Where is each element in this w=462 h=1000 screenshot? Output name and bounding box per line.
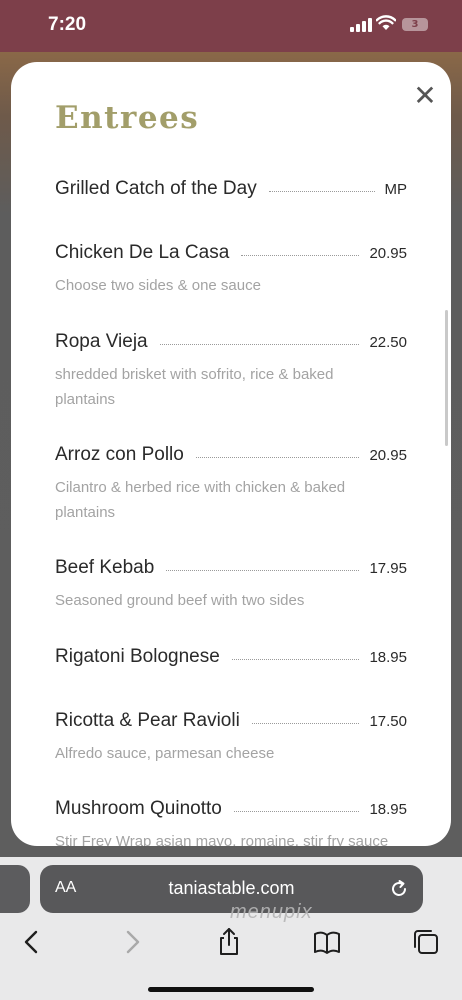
menu-item[interactable]: Beef Kebab 17.95 Seasoned ground beef wi…	[55, 553, 407, 613]
menu-item-price: 20.95	[369, 447, 407, 464]
url-text[interactable]: taniastable.com	[40, 878, 423, 899]
menu-item-description: Cilantro & herbed rice with chicken & ba…	[55, 479, 346, 521]
dotted-leader	[233, 811, 360, 812]
battery-icon: 3	[402, 18, 428, 31]
menu-item-name: Ropa Vieja	[55, 331, 148, 352]
tabs-icon[interactable]	[411, 927, 441, 957]
menu-item[interactable]: Mushroom Quinotto 18.95 Stir Frey Wrap a…	[55, 794, 407, 846]
home-indicator	[148, 987, 314, 992]
menu-item-description: Seasoned ground beef with two sides	[55, 592, 305, 609]
menu-item-name: Arroz con Pollo	[55, 444, 184, 465]
menu-item-price: MP	[384, 181, 408, 198]
menu-item-price: 17.95	[369, 560, 407, 577]
dotted-leader	[268, 191, 375, 192]
cellular-signal-icon	[350, 18, 372, 32]
dotted-leader	[166, 570, 360, 571]
bookmarks-icon[interactable]	[312, 927, 342, 957]
dotted-leader	[231, 659, 360, 660]
status-time: 7:20	[48, 14, 87, 35]
menu-section-title: Entrees	[55, 100, 200, 136]
close-icon[interactable]: ✕	[405, 70, 445, 120]
menu-item-description: Choose two sides & one sauce	[55, 277, 261, 294]
menu-item[interactable]: Chicken De La Casa 20.95 Choose two side…	[55, 238, 407, 298]
menu-item-name: Beef Kebab	[55, 557, 155, 578]
dotted-leader	[251, 723, 360, 724]
menu-item[interactable]: Rigatoni Bolognese 18.95	[55, 642, 407, 668]
menu-item-price: 18.95	[369, 649, 407, 666]
menu-item[interactable]: Ropa Vieja 22.50 shredded brisket with s…	[55, 327, 407, 412]
menu-item-description: Stir Frey Wrap asian mayo, romaine, stir…	[55, 833, 389, 846]
menu-item-name: Grilled Catch of the Day	[55, 178, 257, 199]
menu-item-name: Chicken De La Casa	[55, 242, 230, 263]
status-bar: 7:20 3	[0, 0, 462, 52]
menu-item-price: 17.50	[369, 713, 407, 730]
back-icon[interactable]	[17, 927, 47, 957]
dotted-leader	[241, 255, 360, 256]
browser-toolbar: AA taniastable.com menupix	[0, 857, 462, 1000]
previous-tab-preview[interactable]	[0, 865, 30, 913]
watermark: menupix	[230, 901, 313, 923]
menu-item-price: 20.95	[369, 245, 407, 262]
menu-item[interactable]: Grilled Catch of the Day MP	[55, 174, 407, 200]
dotted-leader	[159, 344, 360, 345]
menu-item[interactable]: Arroz con Pollo 20.95 Cilantro & herbed …	[55, 440, 407, 525]
menu-item-price: 22.50	[369, 334, 407, 351]
menu-item-name: Rigatoni Bolognese	[55, 646, 220, 667]
wifi-icon	[376, 15, 396, 30]
menu-item-description: shredded brisket with sofrito, rice & ba…	[55, 366, 334, 408]
forward-icon[interactable]	[117, 927, 147, 957]
menu-item-name: Ricotta & Pear Ravioli	[55, 710, 240, 731]
menu-item-price: 18.95	[369, 801, 407, 818]
menu-item-description: Alfredo sauce, parmesan cheese	[55, 745, 275, 762]
share-icon[interactable]	[214, 927, 244, 957]
scroll-indicator[interactable]	[445, 310, 448, 446]
menu-item-name: Mushroom Quinotto	[55, 798, 222, 819]
dotted-leader	[195, 457, 360, 458]
menu-item[interactable]: Ricotta & Pear Ravioli 17.50 Alfredo sau…	[55, 706, 407, 766]
menu-modal: ✕ Entrees Grilled Catch of the Day MP Ch…	[11, 62, 451, 846]
reload-icon[interactable]	[388, 878, 410, 900]
